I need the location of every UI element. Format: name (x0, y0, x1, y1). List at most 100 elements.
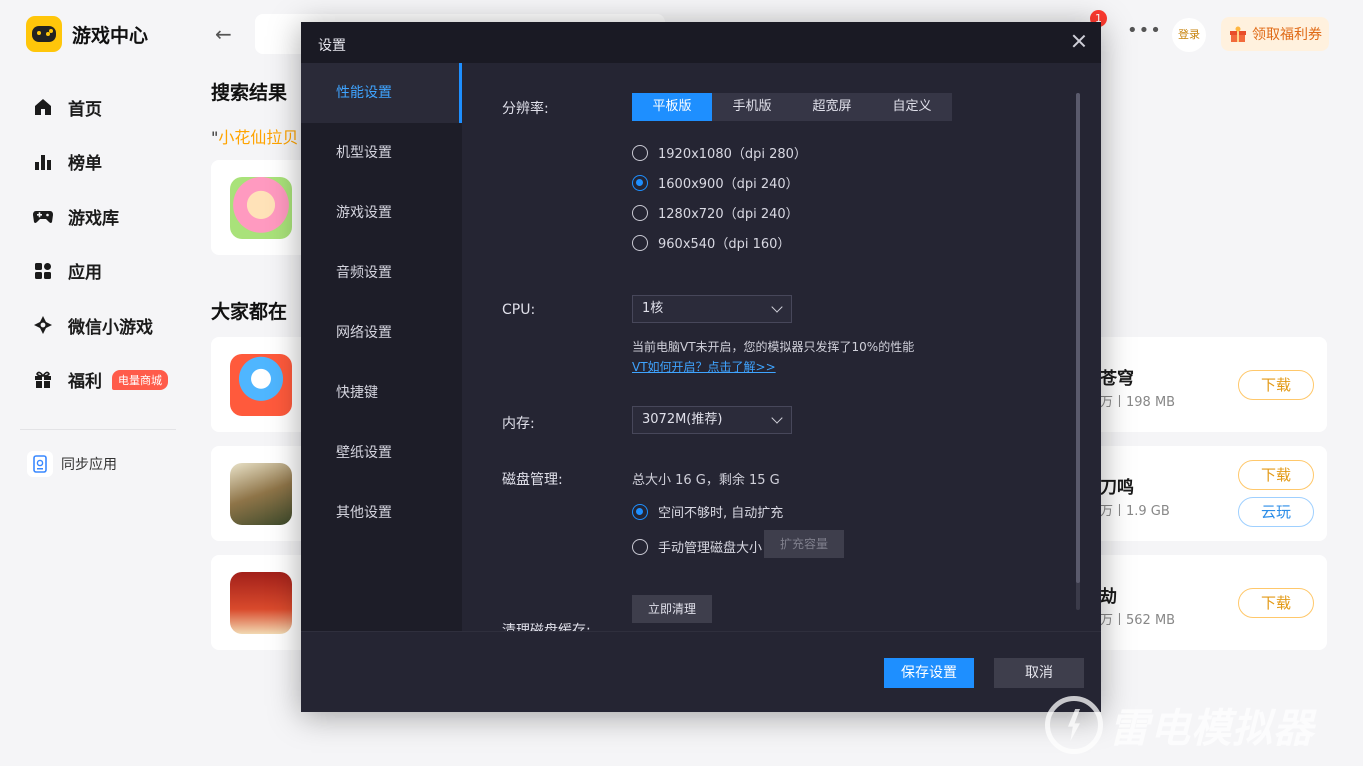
query-text: 小花仙拉贝 (218, 128, 299, 147)
sidebar-nav: 首页 榜单 游戏库 应用 微信小游戏 福利 电量商城 (32, 80, 168, 407)
coupon-gift-icon (1230, 26, 1246, 42)
gamepad-logo-icon (26, 16, 62, 52)
resolution-mode-tabs: 平板版 手机版 超宽屏 自定义 (632, 93, 952, 121)
wechat-game-icon (32, 314, 54, 336)
resolution-label: 分辨率: (502, 101, 549, 117)
clear-cache-button[interactable]: 立即清理 (632, 595, 712, 623)
list-item[interactable]: 劫 万丨562 MB 下载 (1080, 555, 1327, 650)
resolution-option[interactable]: 960x540（dpi 160） (632, 233, 790, 252)
game-thumbnail (230, 177, 292, 239)
settings-tab-shortcuts[interactable]: 快捷键 (301, 363, 462, 423)
sidebar-item-label: 榜单 (68, 154, 102, 175)
dialog-footer: 保存设置 取消 (301, 631, 1101, 712)
resolution-option[interactable]: 1600x900（dpi 240） (632, 173, 799, 192)
cloud-play-button[interactable]: 云玩 (1238, 497, 1314, 527)
more-options-icon[interactable]: ••• (1127, 20, 1162, 41)
close-icon[interactable] (1069, 31, 1089, 51)
sidebar-item-game-library[interactable]: 游戏库 (32, 189, 168, 244)
sync-apps-label: 同步应用 (61, 457, 117, 473)
ranking-icon (32, 151, 54, 173)
sync-apps-button[interactable]: 同步应用 (27, 451, 117, 477)
search-results-title: 搜索结果 (211, 82, 288, 104)
resolution-option-label: 1920x1080（dpi 280） (658, 147, 807, 162)
gift-icon (32, 369, 54, 391)
radio-button[interactable] (632, 144, 648, 161)
back-arrow-icon[interactable]: ← (215, 22, 232, 46)
radio-button[interactable] (632, 204, 648, 221)
sidebar-item-label: 微信小游戏 (68, 317, 153, 338)
coupon-button[interactable]: 领取福利券 (1221, 17, 1329, 51)
memory-select[interactable]: 3072M(推荐) (632, 406, 792, 434)
game-thumbnail (230, 354, 292, 416)
sidebar-item-ranking[interactable]: 榜单 (32, 135, 168, 190)
game-name: 劫 (1100, 587, 1117, 607)
sidebar-divider (20, 429, 176, 430)
sidebar-item-home[interactable]: 首页 (32, 80, 168, 135)
resolution-option[interactable]: 1280x720（dpi 240） (632, 203, 799, 222)
sidebar-item-label: 游戏库 (68, 208, 119, 229)
vt-help-link[interactable]: VT如何开启？点击了解>> (632, 358, 776, 375)
sidebar-item-label: 应用 (68, 263, 102, 284)
disk-summary: 总大小 16 G，剩余 15 G (632, 473, 780, 488)
cpu-select[interactable]: 1核 (632, 295, 792, 323)
scrollbar-thumb[interactable] (1076, 93, 1080, 583)
sidebar-item-wechat-games[interactable]: 微信小游戏 (32, 298, 168, 353)
download-button[interactable]: 下载 (1238, 588, 1314, 618)
watermark-text: 雷电模拟器 (1109, 706, 1314, 752)
settings-tab-other[interactable]: 其他设置 (301, 483, 462, 543)
cancel-button[interactable]: 取消 (994, 658, 1084, 688)
disk-option-auto[interactable]: 空间不够时, 自动扩充 (632, 502, 783, 521)
clear-cache-label: 清理磁盘缓存: (502, 623, 591, 631)
radio-button-selected[interactable] (632, 174, 648, 191)
sidebar-item-benefits[interactable]: 福利 电量商城 (32, 353, 168, 408)
tab-ultrawide[interactable]: 超宽屏 (792, 93, 872, 121)
disk-label: 磁盘管理: (502, 472, 563, 488)
watermark: 雷电模拟器 (1045, 696, 1314, 754)
game-meta: 万丨198 MB (1100, 395, 1176, 410)
memory-value: 3072M(推荐) (642, 412, 723, 427)
radio-button[interactable] (632, 234, 648, 251)
sidebar-item-label: 首页 (68, 99, 102, 120)
resolution-option-label: 1280x720（dpi 240） (658, 207, 799, 222)
gamepad-icon (32, 205, 54, 227)
resolution-option-label: 960x540（dpi 160） (658, 237, 791, 252)
disk-option-label: 手动管理磁盘大小 (658, 541, 763, 556)
dialog-header: 设置 (301, 22, 1101, 63)
game-meta: 万丨562 MB (1100, 613, 1176, 628)
disk-option-manual[interactable]: 手动管理磁盘大小 (632, 537, 762, 556)
tab-phone[interactable]: 手机版 (712, 93, 792, 121)
popular-title: 大家都在 (211, 301, 288, 323)
settings-tab-audio[interactable]: 音频设置 (301, 243, 462, 303)
brand: 游戏中心 (26, 16, 148, 52)
sidebar-item-apps[interactable]: 应用 (32, 244, 168, 299)
chevron-down-icon (771, 301, 783, 313)
game-thumbnail (230, 463, 292, 525)
save-settings-button[interactable]: 保存设置 (884, 658, 974, 688)
resolution-option[interactable]: 1920x1080（dpi 280） (632, 143, 807, 162)
settings-tab-network[interactable]: 网络设置 (301, 303, 462, 363)
radio-button[interactable] (632, 538, 648, 555)
cpu-value: 1核 (642, 301, 664, 316)
home-icon (32, 96, 54, 118)
game-meta: 万丨1.9 GB (1100, 504, 1170, 519)
dialog-title: 设置 (318, 38, 346, 54)
settings-tab-wallpaper[interactable]: 壁纸设置 (301, 423, 462, 483)
list-item[interactable]: 苍穹 万丨198 MB 下载 (1080, 337, 1327, 432)
store-badge: 电量商城 (112, 369, 168, 390)
download-button[interactable]: 下载 (1238, 460, 1314, 490)
radio-button-selected[interactable] (632, 503, 648, 520)
download-button[interactable]: 下载 (1238, 370, 1314, 400)
sidebar-item-label: 福利 (68, 372, 102, 393)
tab-custom[interactable]: 自定义 (872, 93, 952, 121)
disk-option-label: 空间不够时, 自动扩充 (658, 506, 784, 521)
login-button[interactable]: 登录 (1172, 18, 1206, 52)
sync-icon (27, 451, 53, 477)
settings-tab-game[interactable]: 游戏设置 (301, 183, 462, 243)
settings-tab-performance[interactable]: 性能设置 (301, 63, 462, 123)
list-item[interactable]: 刀鸣 万丨1.9 GB 下载 云玩 (1080, 446, 1327, 541)
resolution-option-label: 1600x900（dpi 240） (658, 177, 799, 192)
game-name: 苍穹 (1100, 369, 1134, 389)
settings-tab-device-model[interactable]: 机型设置 (301, 123, 462, 183)
expand-capacity-button[interactable]: 扩充容量 (764, 530, 844, 558)
tab-tablet[interactable]: 平板版 (632, 93, 712, 121)
